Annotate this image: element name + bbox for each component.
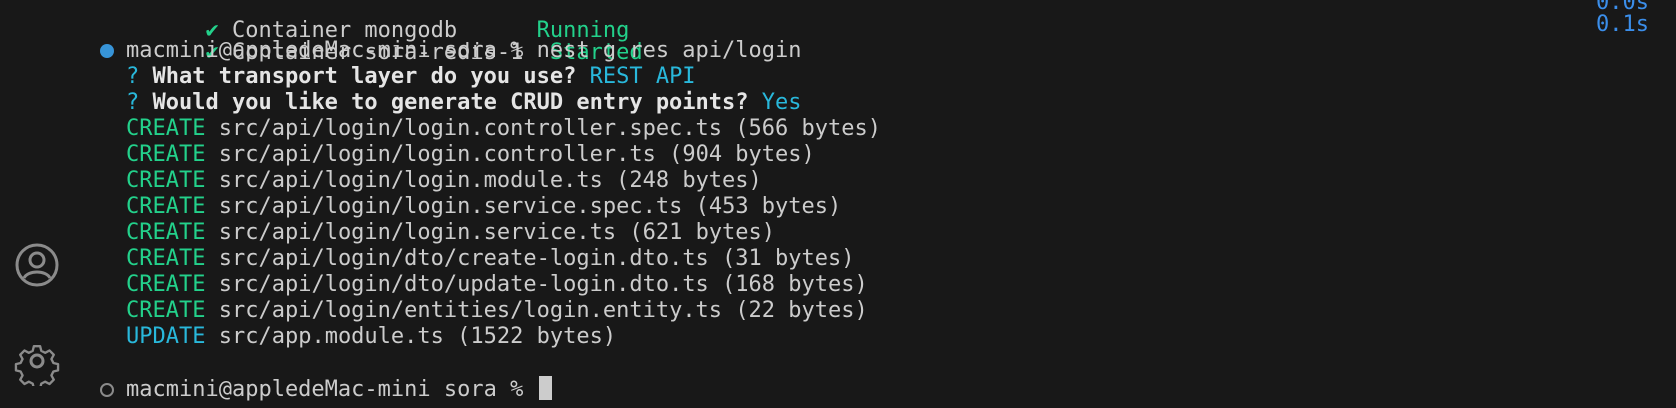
output-size: (904 bytes) xyxy=(669,142,815,167)
output-line: UPDATE src/app.module.ts (1522 bytes) xyxy=(126,323,616,351)
activity-bar xyxy=(0,0,85,408)
editor-window: ✔ Container mongodb Running 0.0s ✔ Conta… xyxy=(0,0,1676,408)
output-action: CREATE xyxy=(126,116,206,141)
output-action: CREATE xyxy=(126,246,206,271)
output-size: (168 bytes) xyxy=(722,272,868,297)
output-size: (621 bytes) xyxy=(629,220,776,245)
shell-prompt: macmini@appledeMac-mini sora % xyxy=(126,377,537,402)
output-path: src/api/login/dto/create-login.dto.ts xyxy=(218,246,709,271)
cli-question: ? What transport layer do you use? REST … xyxy=(126,63,696,91)
output-size: (248 bytes) xyxy=(616,168,762,193)
command-pending-marker[interactable] xyxy=(100,383,114,397)
output-line: CREATE src/api/login/login.module.ts (24… xyxy=(126,167,762,195)
output-line: CREATE src/api/login/login.service.spec.… xyxy=(126,193,841,221)
output-line: CREATE src/api/login/login.controller.sp… xyxy=(126,115,881,143)
command-success-marker[interactable] xyxy=(100,44,114,58)
terminal-panel[interactable]: ✔ Container mongodb Running 0.0s ✔ Conta… xyxy=(84,0,1676,408)
account-icon[interactable] xyxy=(12,240,62,290)
question-answer: Yes xyxy=(761,90,802,115)
output-action: UPDATE xyxy=(126,324,206,349)
output-action: CREATE xyxy=(126,298,206,323)
output-path: src/api/login/login.service.ts xyxy=(218,220,617,245)
output-path: src/api/login/login.module.ts xyxy=(218,168,603,193)
question-answer: REST API xyxy=(589,64,696,89)
output-line: CREATE src/api/login/login.service.ts (6… xyxy=(126,219,775,247)
output-size: (31 bytes) xyxy=(722,246,855,271)
output-action: CREATE xyxy=(126,220,206,245)
output-action: CREATE xyxy=(126,168,206,193)
output-action: CREATE xyxy=(126,142,206,167)
output-size: (22 bytes) xyxy=(735,298,868,323)
final-command-line[interactable]: macmini@appledeMac-mini sora % xyxy=(126,376,552,404)
output-size: (566 bytes) xyxy=(735,116,882,141)
output-line: CREATE src/api/login/dto/update-login.dt… xyxy=(126,271,868,299)
output-path: src/api/login/entities/login.entity.ts xyxy=(218,298,723,323)
terminal-cursor xyxy=(538,376,552,400)
output-line: CREATE src/api/login/entities/login.enti… xyxy=(126,297,868,325)
question-mark-icon: ? xyxy=(126,64,140,89)
question-mark-icon: ? xyxy=(126,90,140,115)
output-path: src/app.module.ts xyxy=(218,324,444,349)
output-action: CREATE xyxy=(126,272,206,297)
docker-time: 0.1s xyxy=(1596,12,1649,37)
command-text: nest g res api/login xyxy=(536,38,802,63)
output-path: src/api/login/login.service.spec.ts xyxy=(218,194,683,219)
shell-prompt: macmini@appledeMac-mini sora % xyxy=(126,38,537,63)
output-path: src/api/login/login.controller.ts xyxy=(218,142,656,167)
output-path: src/api/login/login.controller.spec.ts xyxy=(218,116,723,141)
output-line: CREATE src/api/login/dto/create-login.dt… xyxy=(126,245,855,273)
question-text: What transport layer do you use? xyxy=(152,64,577,89)
cli-question: ? Would you like to generate CRUD entry … xyxy=(126,89,802,117)
question-text: Would you like to generate CRUD entry po… xyxy=(152,90,749,115)
output-line: CREATE src/api/login/login.controller.ts… xyxy=(126,141,815,169)
output-size: (453 bytes) xyxy=(695,194,842,219)
output-size: (1522 bytes) xyxy=(457,324,617,349)
output-path: src/api/login/dto/update-login.dto.ts xyxy=(218,272,709,297)
docker-status-line: ✔ Container sora-redis-1 Started xyxy=(126,11,642,65)
gear-icon[interactable] xyxy=(12,336,62,386)
output-action: CREATE xyxy=(126,194,206,219)
command-line: macmini@appledeMac-mini sora % nest g re… xyxy=(126,37,802,65)
